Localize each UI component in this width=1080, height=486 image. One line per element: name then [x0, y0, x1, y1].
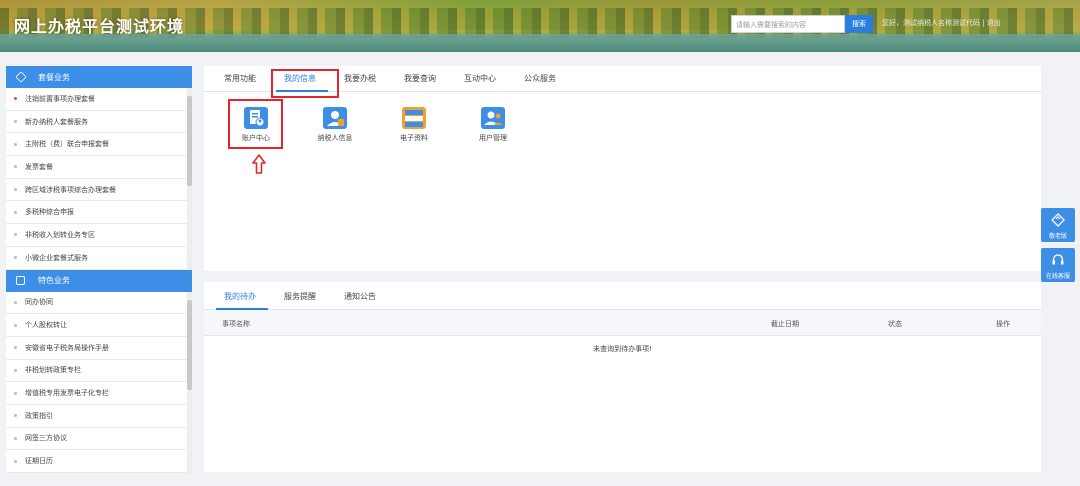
bullet-icon	[14, 414, 17, 418]
bullet-icon	[14, 233, 17, 237]
float-label: 敬老版	[1048, 233, 1067, 240]
sidebar-item[interactable]: 发票套餐	[6, 156, 192, 179]
sidebar-item[interactable]: 同办协同	[6, 292, 192, 315]
function-panel: 常用功能 我的信息 我要办税 我要查询 互动中心 公众服务 账户中心 纳税人信息…	[204, 66, 1041, 271]
tab-query[interactable]: 我要查询	[404, 73, 436, 84]
layers-icon	[15, 71, 27, 83]
search-input[interactable]: 请输入需要搜索的内容	[731, 15, 845, 33]
bullet-icon	[14, 142, 17, 146]
app-taxpayer-info[interactable]: 纳税人信息	[305, 107, 365, 143]
column-header: 截止日期	[771, 320, 799, 328]
header-banner: 网上办税平台测试环境 请输入需要搜索的内容 搜索 您好，测试纳税人名称测试代码 …	[0, 0, 1080, 52]
scrollbar-thumb[interactable]	[187, 96, 192, 186]
user-management-icon	[481, 107, 505, 129]
column-header: 事项名称	[222, 320, 250, 328]
tab-public-service[interactable]: 公众服务	[524, 73, 556, 84]
electronic-docs-icon	[402, 107, 426, 129]
sidebar-section-title: 特色业务	[38, 276, 70, 285]
tab-interaction[interactable]: 互动中心	[464, 73, 496, 84]
app-grid: 账户中心 纳税人信息 电子资料 用户管理	[204, 102, 1041, 162]
sidebar-item[interactable]: 多税种综合申报	[6, 201, 192, 225]
sidebar-item[interactable]: 增值税专用发票电子化专栏	[6, 382, 192, 405]
arrow-up-icon	[252, 154, 266, 174]
sidebar-item[interactable]: 小微企业套餐式服务	[6, 247, 192, 270]
bullet-icon	[14, 97, 17, 101]
app-label: 纳税人信息	[317, 134, 353, 142]
scrollbar-thumb[interactable]	[187, 299, 192, 390]
app-electronic-docs[interactable]: 电子资料	[384, 107, 444, 143]
sidebar-scrollbar[interactable]	[187, 291, 192, 473]
search-button[interactable]: 搜索	[845, 15, 873, 33]
bullet-icon	[14, 436, 17, 440]
bullet-icon	[14, 256, 17, 260]
sidebar-list-package: 注销前置事项办理套餐 新办纳税人套餐服务 主附税（费）联合申报套餐 发票套餐 跨…	[6, 88, 192, 270]
sidebar-item[interactable]: 注销前置事项办理套餐	[6, 88, 192, 111]
diamond-icon	[1051, 213, 1065, 227]
app-title: 网上办税平台测试环境	[14, 17, 185, 36]
bullet-icon	[14, 165, 17, 169]
sidebar-scrollbar[interactable]	[187, 88, 192, 270]
sidebar-section-package[interactable]: 套餐业务	[6, 66, 192, 88]
column-header: 操作	[996, 320, 1010, 328]
todo-panel: 我的待办 服务提醒 通知公告 事项名称 截止日期 状态 操作 未查询到待办事项!	[204, 282, 1041, 472]
taxpayer-info-icon	[323, 107, 347, 129]
app-label: 用户管理	[479, 134, 507, 142]
column-header: 状态	[888, 320, 902, 328]
sidebar-item[interactable]: 新办纳税人套餐服务	[6, 111, 192, 134]
bullet-icon	[14, 391, 17, 395]
bullet-icon	[14, 346, 17, 350]
sidebar-item[interactable]: 主附税（费）联合申报套餐	[6, 133, 192, 157]
bullet-icon	[14, 120, 17, 124]
tab-notice[interactable]: 通知公告	[344, 291, 376, 302]
empty-message: 未查询到待办事项!	[593, 345, 652, 353]
grid-icon	[16, 276, 25, 285]
sidebar-item[interactable]: 跨区域涉税事项综合办理套餐	[6, 179, 192, 202]
sidebar-item[interactable]: 非税收入划转业务专区	[6, 224, 192, 247]
tab-service-reminder[interactable]: 服务提醒	[284, 291, 316, 302]
bullet-icon	[14, 368, 17, 372]
tab-my-todo[interactable]: 我的待办	[224, 291, 256, 302]
sidebar-list-special: 同办协同 个人股权转让 安徽省电子税务局操作手册 非税划转政策专栏 增值税专用发…	[6, 291, 192, 473]
float-label: 在线客服	[1045, 273, 1070, 280]
sidebar-item[interactable]: 网签三方协议	[6, 428, 192, 451]
app-label: 电子资料	[400, 134, 428, 142]
sidebar-section-title: 套餐业务	[38, 72, 70, 82]
sidebar-item[interactable]: 非税划转政策专栏	[6, 360, 192, 383]
tab-tax-handling[interactable]: 我要办税	[344, 73, 376, 84]
sidebar-item[interactable]: 个人股权转让	[6, 314, 192, 337]
bullet-icon	[14, 188, 17, 192]
sidebar: 套餐业务 注销前置事项办理套餐 新办纳税人套餐服务 主附税（费）联合申报套餐 发…	[6, 66, 192, 473]
bullet-icon	[14, 210, 17, 214]
todo-table-header: 事项名称 截止日期 状态 操作	[204, 310, 1041, 336]
app-user-management[interactable]: 用户管理	[463, 107, 523, 143]
sidebar-item[interactable]: 安徽省电子税务局操作手册	[6, 337, 192, 360]
bullet-icon	[14, 459, 17, 463]
sidebar-section-special[interactable]: 特色业务	[6, 269, 192, 292]
bullet-icon	[14, 323, 17, 327]
bullet-icon	[14, 300, 17, 304]
sidebar-item[interactable]: 征期日历	[6, 450, 192, 473]
tab-common[interactable]: 常用功能	[224, 73, 256, 84]
highlight-box	[228, 99, 283, 149]
sidebar-item[interactable]: 政策指引	[6, 405, 192, 428]
highlight-box	[271, 69, 339, 98]
elderly-mode-button[interactable]: 敬老版	[1041, 208, 1075, 242]
todo-tabs: 我的待办 服务提醒 通知公告	[204, 282, 1041, 310]
online-service-button[interactable]: 在线客服	[1041, 248, 1075, 282]
user-info[interactable]: 您好，测试纳税人名称测试代码 | 退出	[882, 18, 1001, 28]
headset-icon	[1052, 254, 1064, 265]
